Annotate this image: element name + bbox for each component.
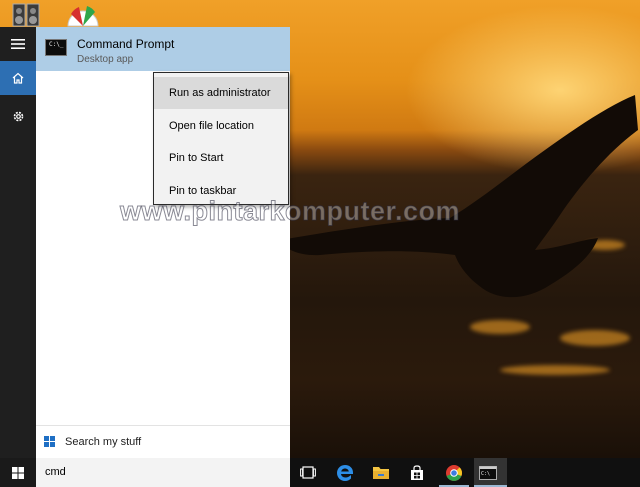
taskbar-search-box[interactable]: cmd (36, 458, 290, 487)
windows-logo-icon (12, 466, 24, 479)
search-result-command-prompt[interactable]: C:\_ Command Prompt Desktop app (36, 27, 290, 71)
watermark: www.pintarkomputer.com (119, 196, 461, 227)
task-view-icon[interactable] (297, 462, 319, 483)
settings-button[interactable] (0, 99, 36, 133)
taskbar-search-text: cmd (45, 466, 66, 478)
sea-glint (500, 365, 610, 375)
windows-logo-icon (44, 436, 55, 447)
edge-icon[interactable] (334, 462, 356, 483)
sea-glint (470, 320, 530, 334)
hamburger-menu-button[interactable] (0, 27, 36, 61)
result-subtitle: Desktop app (77, 54, 134, 65)
sea-glint (560, 330, 630, 346)
search-my-stuff-label: Search my stuff (65, 436, 142, 448)
search-my-stuff-button[interactable]: Search my stuff (36, 425, 290, 459)
gear-icon (13, 111, 23, 121)
beach-ball-app-icon[interactable] (66, 2, 99, 28)
context-menu: Run as administrator Open file location … (153, 72, 289, 205)
speaker-app-icon[interactable] (12, 2, 42, 28)
cmd-icon: C:\_ (45, 39, 67, 56)
svg-text:C:\: C:\ (481, 471, 490, 477)
file-explorer-icon[interactable] (370, 462, 392, 483)
context-menu-open-file-location[interactable]: Open file location (154, 110, 288, 142)
home-button[interactable] (0, 61, 36, 95)
cmd-icon[interactable]: C:\ (477, 462, 499, 483)
context-menu-pin-to-start[interactable]: Pin to Start (154, 142, 288, 174)
chrome-icon[interactable] (443, 462, 465, 483)
start-button[interactable] (0, 458, 36, 487)
store-icon[interactable] (406, 462, 428, 483)
result-title: Command Prompt (77, 37, 175, 51)
hamburger-icon (11, 39, 25, 49)
start-menu-rail (0, 27, 36, 458)
taskbar: cmd C:\ (0, 458, 640, 487)
context-menu-run-as-administrator[interactable]: Run as administrator (154, 77, 288, 109)
home-icon (12, 72, 24, 84)
